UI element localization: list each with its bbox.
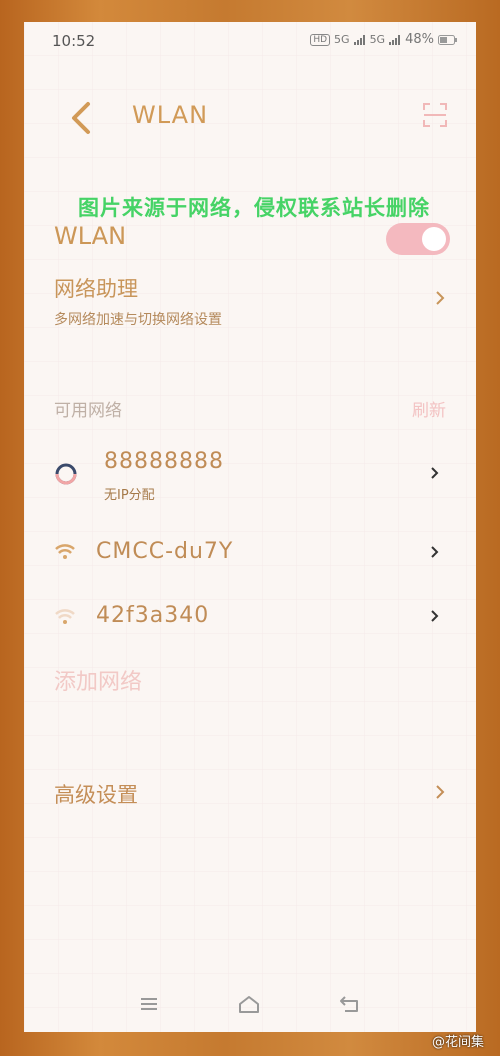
hd-chip: HD [310,33,331,46]
assistant-title: 网络助理 [54,277,138,301]
scan-qr-icon[interactable] [422,102,448,128]
home-icon[interactable] [237,994,261,1014]
available-networks-label: 可用网络 [54,401,122,421]
chevron-right-icon [431,546,439,558]
battery-icon [438,34,457,45]
status-time: 10:52 [52,32,96,50]
advanced-settings-label: 高级设置 [54,783,138,807]
back-arrow-icon[interactable] [68,100,94,136]
wifi-weak-icon [55,609,75,624]
watermark-text: 图片来源于网络，侵权联系站长删除 [78,196,430,220]
toggle-knob [422,227,446,251]
wlan-toggle[interactable] [386,223,450,255]
back-nav-icon[interactable] [339,995,361,1013]
refresh-button[interactable]: 刷新 [412,396,446,421]
network-ssid: 88888888 [104,449,224,474]
chevron-right-icon [431,467,439,479]
signal-icon-2 [389,34,401,45]
phone-screen: 10:52 HD 5G 5G 48% WLAN 图片来源于网络，侵权联系站长删除… [24,22,476,1032]
menu-icon[interactable] [139,996,159,1012]
network-ssid: 42f3a340 [96,603,210,628]
chevron-right-icon [436,291,445,305]
battery-label: 48% [405,32,434,47]
chevron-right-icon [431,610,439,622]
add-network-button[interactable]: 添加网络 [54,664,142,696]
wifi-icon [55,544,75,559]
status-bar: 10:52 HD 5G 5G 48% [24,22,476,60]
connecting-ring-icon [55,463,77,485]
wlan-label: WLAN [54,222,127,250]
page-title: WLAN [132,101,209,129]
status-icons: HD 5G 5G 48% [310,32,458,47]
signal-1-label: 5G [334,33,350,46]
chevron-right-icon [436,785,445,799]
network-ssid: CMCC-du7Y [96,539,234,564]
assistant-subtitle: 多网络加速与切换网络设置 [54,312,222,328]
signal-icon [353,34,365,45]
network-status: 无IP分配 [104,488,155,503]
signal-2-label: 5G [369,33,386,46]
navigation-bar [24,976,476,1032]
image-credit: @花间集 [431,1035,484,1050]
